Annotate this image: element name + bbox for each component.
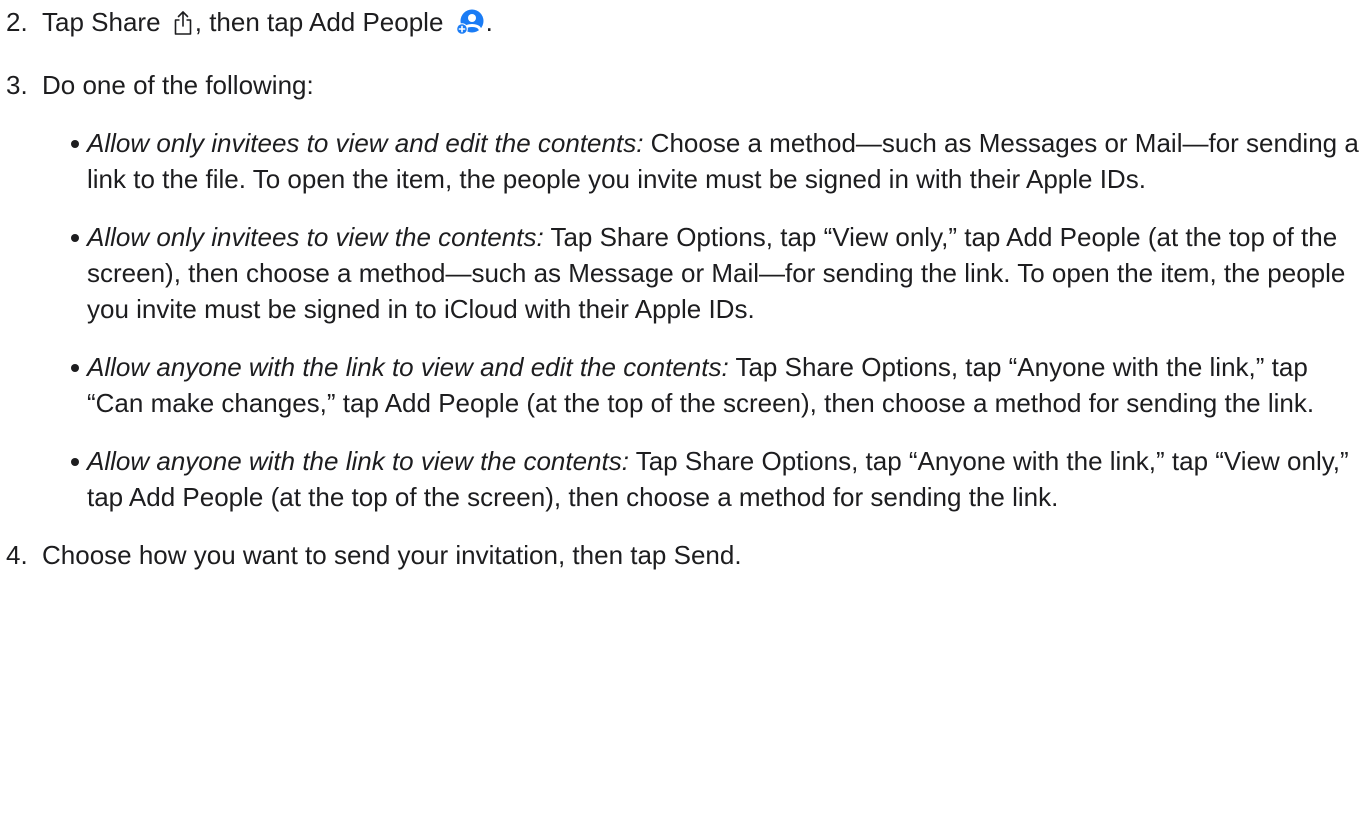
step-text: Do one of the following:: [42, 70, 314, 100]
step-2: 2. Tap Share , then tap Add People .: [0, 4, 1372, 45]
bullet-dot: [71, 364, 79, 372]
step-text: Choose how you want to send your invitat…: [42, 540, 742, 570]
step-number: 4.: [6, 540, 28, 570]
option-lead: Allow anyone with the link to view and e…: [87, 352, 729, 382]
list-item: Allow anyone with the link to view and e…: [42, 349, 1372, 421]
step-4: 4. Choose how you want to send your invi…: [0, 537, 1372, 573]
list-item: Allow anyone with the link to view the c…: [42, 443, 1372, 515]
option-lead: Allow anyone with the link to view the c…: [87, 446, 629, 476]
add-people-icon: [455, 8, 485, 45]
instructions-page: 2. Tap Share , then tap Add People . 3. …: [0, 0, 1372, 824]
step-3: 3. Do one of the following: Allow only i…: [0, 67, 1372, 515]
step-text: Tap Share: [42, 7, 161, 37]
bullet-dot: [71, 458, 79, 466]
option-lead: Allow only invitees to view the contents…: [87, 222, 544, 252]
list-item: Allow only invitees to view the contents…: [42, 219, 1372, 327]
share-icon: [172, 9, 194, 45]
step-text: , then tap Add People: [194, 7, 444, 37]
bullet-dot: [71, 140, 79, 148]
option-list: Allow only invitees to view and edit the…: [42, 125, 1372, 515]
step-number: 3.: [6, 70, 28, 100]
bullet-dot: [71, 234, 79, 242]
option-lead: Allow only invitees to view and edit the…: [87, 128, 644, 158]
list-item: Allow only invitees to view and edit the…: [42, 125, 1372, 197]
step-text: .: [485, 7, 493, 37]
step-number: 2.: [6, 7, 28, 37]
